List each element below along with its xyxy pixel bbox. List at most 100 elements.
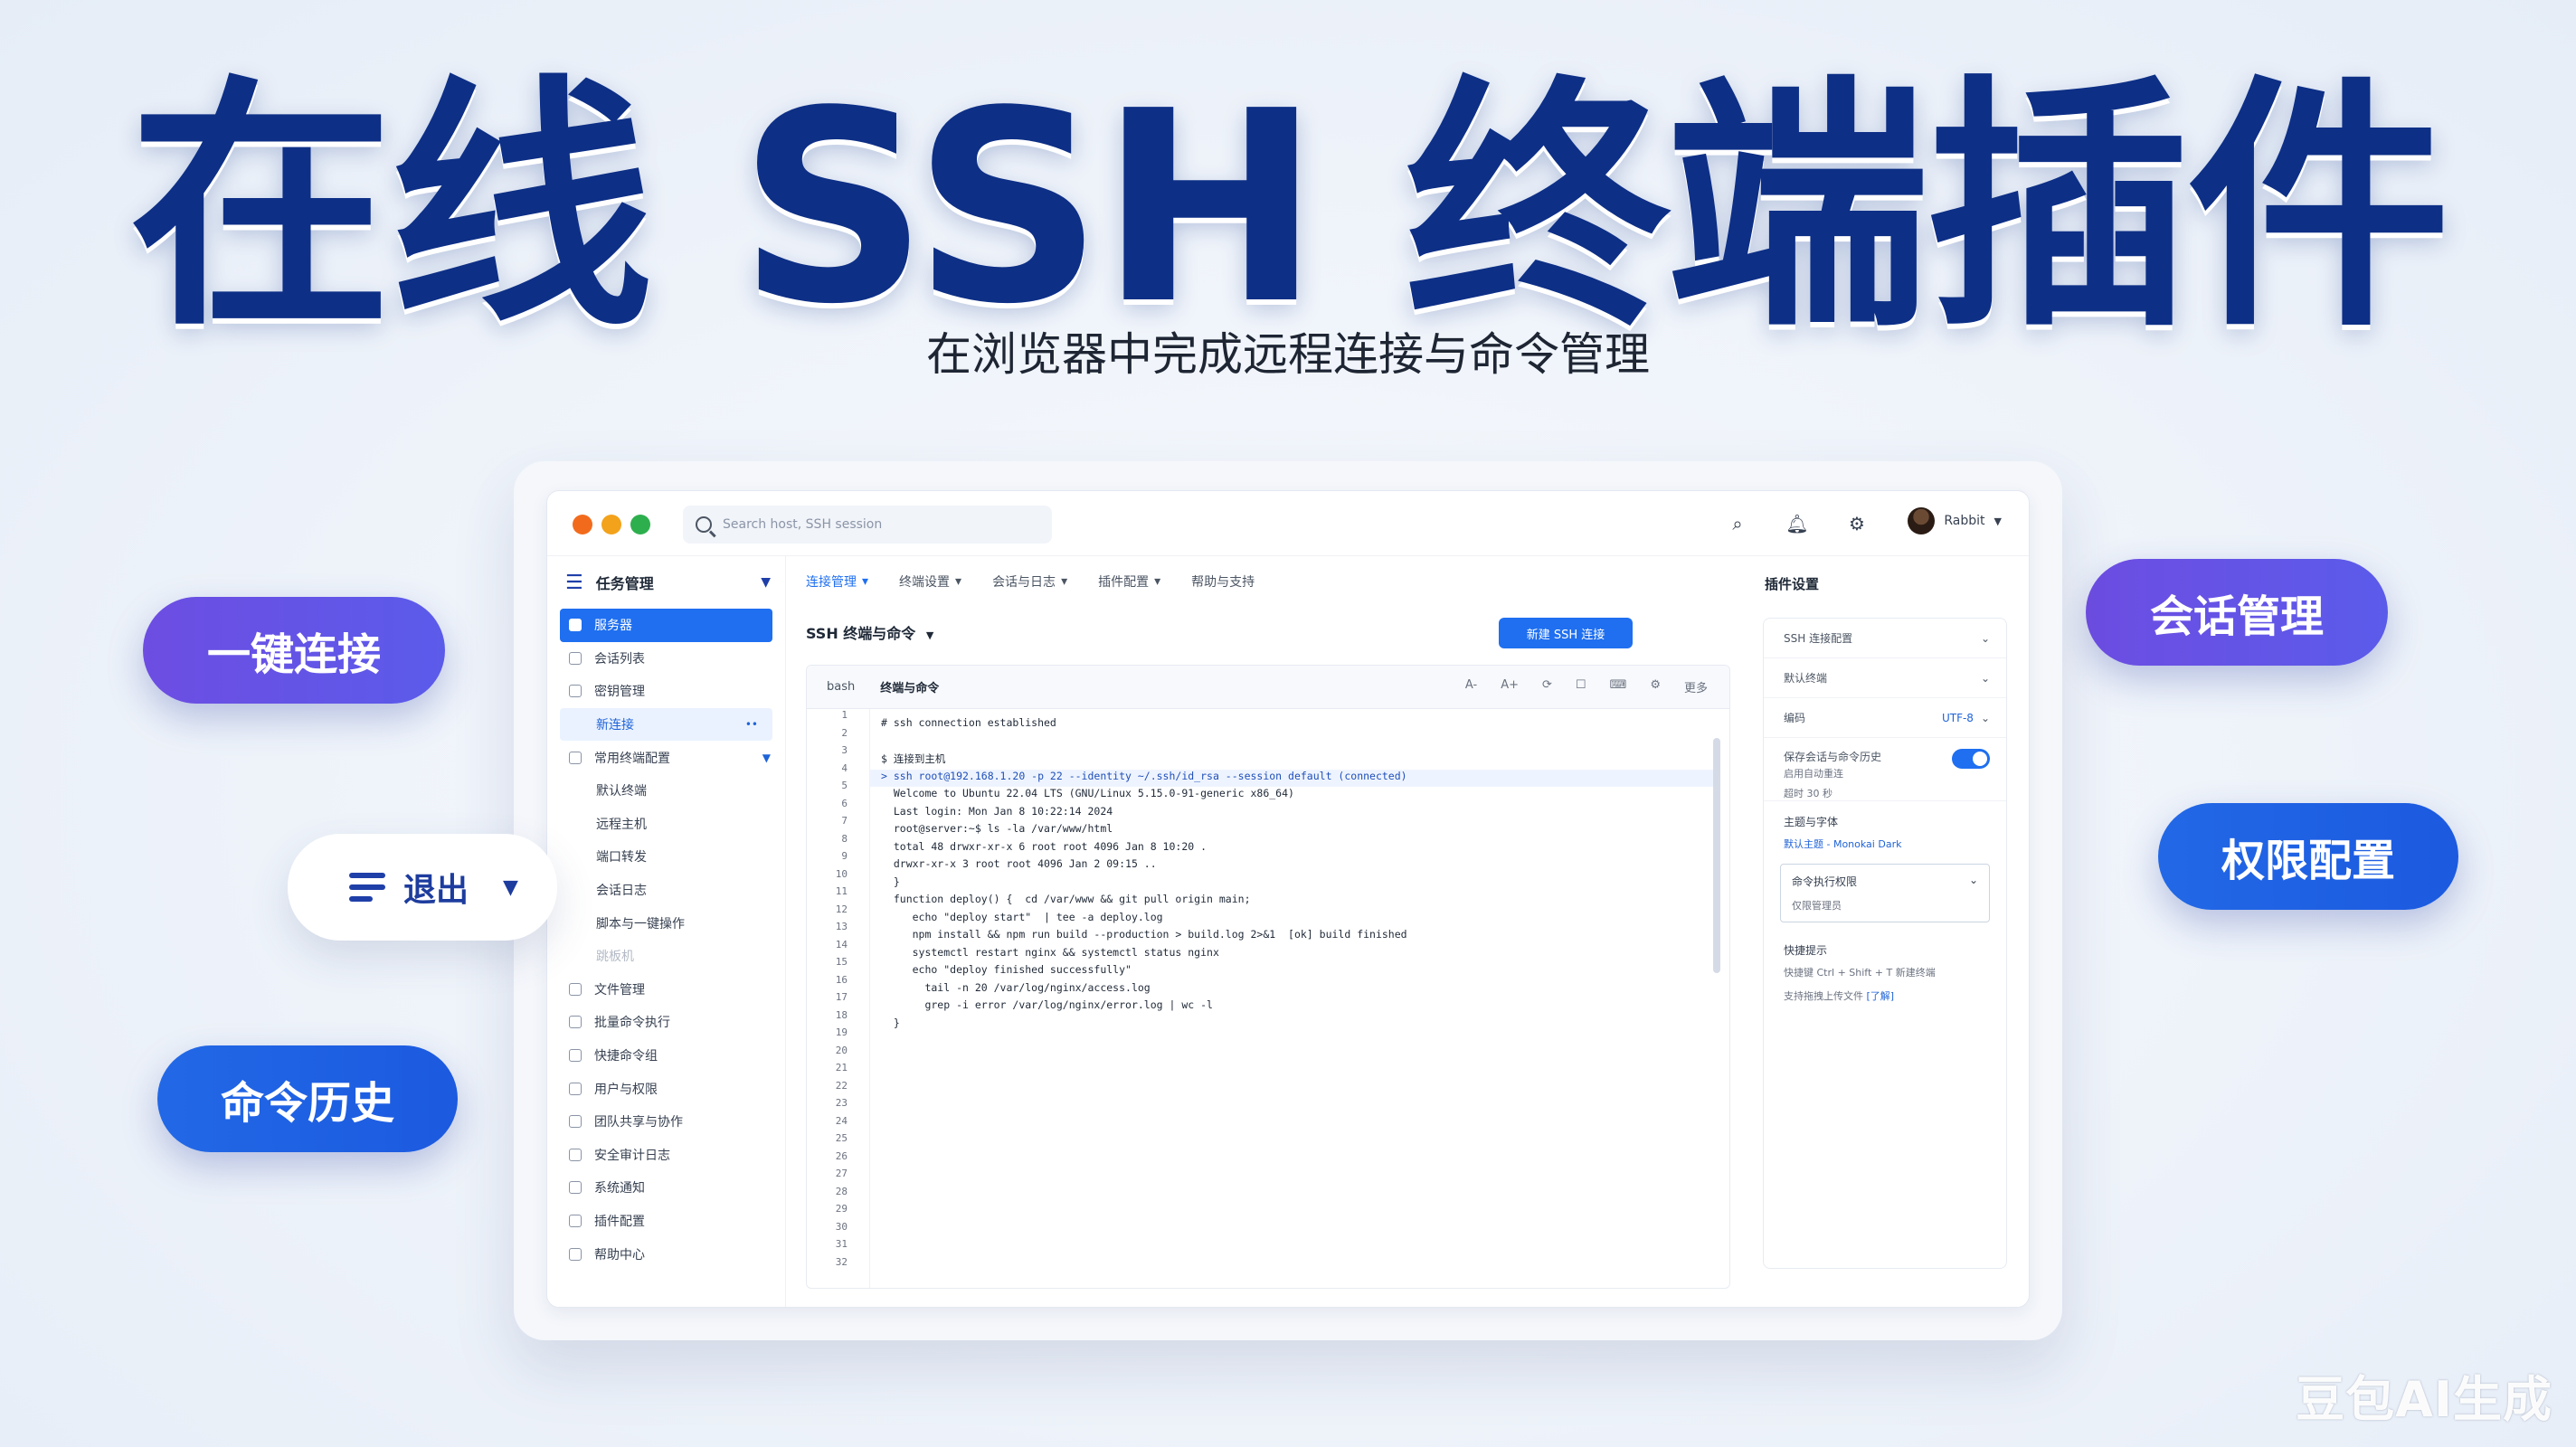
sidebar-item[interactable]: 团队共享与协作 [547, 1105, 785, 1139]
menu-icon: ☰ [565, 571, 583, 594]
top-bar: Search host, SSH session ⌕ 🔔︎ ⚙ Rabbit ▼ [547, 491, 2029, 556]
command-permission-select[interactable]: 命令执行权限 ⌄ 仅限管理员 [1780, 864, 1990, 922]
line-number: 31 [835, 1238, 848, 1250]
encoding-select[interactable]: 编码 UTF-8 ⌄ [1764, 698, 2006, 738]
line-number: 23 [835, 1097, 848, 1109]
editor-tool-button[interactable]: ⚙ [1650, 678, 1661, 695]
sidebar-item[interactable]: 常用终端配置 ▼ [547, 741, 785, 774]
sidebar-item[interactable]: 系统通知 [547, 1171, 785, 1205]
sidebar-item[interactable]: 新连接 •• [560, 707, 772, 742]
sidebar-item-label: 会话列表 [594, 651, 645, 667]
sidebar-item-label: 跳板机 [596, 950, 634, 965]
sidebar-item[interactable]: 默认终端 [547, 774, 785, 808]
window-minimize-dot[interactable] [601, 515, 621, 534]
line-number: 27 [835, 1168, 848, 1179]
sidebar-list: 服务器会话列表密钥管理 新连接 •• 常用终端配置 ▼ 默认终端 远程主机端口转发会话日志脚… [547, 609, 785, 1271]
floating-logout-select[interactable]: 退出 ▼ [288, 834, 557, 941]
window-maximize-dot[interactable] [630, 515, 650, 534]
line-number: 26 [835, 1149, 848, 1162]
chevron-down-icon: ▾ [1154, 574, 1161, 589]
tab[interactable]: 会话与日志 ▾ [992, 572, 1067, 591]
save-history-row: 保存会话与命令历史 启用自动重连 超时 30 秒 [1764, 738, 2006, 801]
terminal-editor[interactable]: bash 终端与命令 A- A+ ⟳ ☐ ⌨ ⚙ 更多 1 2 3 4 5 6 7 8 9 10 11 12 13 1… [806, 665, 1730, 1289]
vertical-scrollbar[interactable] [1713, 738, 1720, 973]
search-icon [696, 516, 712, 533]
new-ssh-connection-button[interactable]: 新建 SSH 连接 [1499, 618, 1633, 648]
sidebar-item[interactable]: 文件管理 [547, 973, 785, 1007]
editor-tool-button[interactable]: A- [1465, 678, 1477, 695]
editor-tool-button[interactable]: ⌨ [1610, 678, 1627, 695]
theme-font-value[interactable]: 默认主题 - Monokai Dark [1764, 833, 2006, 856]
learn-more-link[interactable]: [了解] [1867, 990, 1895, 1002]
line-number: 20 [835, 1044, 848, 1056]
editor-tool-button[interactable]: ☐ [1576, 678, 1586, 695]
line-number: 28 [835, 1185, 848, 1197]
sidebar-item-label: 系统通知 [594, 1181, 645, 1196]
chevron-down-icon: ▼ [925, 629, 934, 641]
tip-upload: 支持拖拽上传文件 [1784, 990, 1863, 1002]
sidebar-item[interactable]: 安全审计日志 [547, 1139, 785, 1172]
timeout-label: 超时 30 秒 [1784, 788, 1833, 799]
terminal-line: } [881, 1016, 900, 1029]
editor-tool-button[interactable]: ⟳ [1542, 678, 1552, 695]
user-menu[interactable]: Rabbit ▼ [1908, 507, 2002, 534]
sidebar-item-label: 脚本与一键操作 [596, 916, 685, 932]
window-close-dot[interactable] [573, 515, 592, 534]
sidebar-item[interactable]: 插件配置 [547, 1205, 785, 1238]
sidebar-item[interactable]: 会话日志 [547, 874, 785, 907]
sidebar-item[interactable]: 端口转发 [547, 840, 785, 874]
editor-tool-button[interactable]: A+ [1501, 678, 1519, 695]
terminal-line: $ 连接到主机 [881, 752, 946, 765]
sidebar-item-label: 端口转发 [596, 850, 647, 865]
search-icon[interactable]: ⌕ [1725, 511, 1750, 536]
sidebar-item-icon [569, 685, 582, 698]
sidebar-item-icon [569, 619, 582, 632]
sidebar-item-label: 文件管理 [594, 982, 645, 998]
user-name: Rabbit [1944, 514, 1985, 528]
tab[interactable]: 插件配置 ▾ [1098, 572, 1160, 591]
terminal-line: # ssh connection established [881, 716, 1056, 729]
chevron-down-icon: ▾ [862, 574, 869, 589]
settings-gear-icon[interactable]: ⚙ [1844, 511, 1870, 536]
sidebar-item[interactable]: 帮助中心 [547, 1237, 785, 1271]
sidebar-item[interactable]: 批量命令执行 [547, 1006, 785, 1039]
ssh-config-select[interactable]: SSH 连接配置 ⌄ [1764, 619, 2006, 658]
terminal-line: Last login: Mon Jan 8 10:22:14 2024 [881, 804, 1113, 818]
sidebar-header[interactable]: ☰ 任务管理 ▼ [547, 556, 785, 609]
sidebar-item[interactable]: 会话列表 [547, 642, 785, 676]
sidebar-item[interactable]: 快捷命令组 [547, 1039, 785, 1073]
chevron-down-icon: ⌄ [1968, 874, 1978, 886]
save-history-toggle[interactable] [1952, 749, 1990, 769]
terminal-line: root@server:~$ ls -la /var/www/html [881, 822, 1113, 835]
tab[interactable]: 连接管理 ▾ [806, 572, 868, 591]
sidebar-item[interactable]: 密钥管理 [547, 675, 785, 708]
terminal-line: function deploy() { cd /var/www && git p… [881, 893, 1251, 905]
sidebar-item[interactable]: 远程主机 [547, 808, 785, 841]
sidebar-item-label: 新连接 [596, 718, 634, 733]
editor-tool-button[interactable]: 更多 [1684, 678, 1708, 695]
notification-bell-icon[interactable]: 🔔︎ [1785, 511, 1810, 536]
tab[interactable]: 终端设置 ▾ [899, 572, 961, 591]
sidebar-item-label: 常用终端配置 [594, 751, 670, 766]
line-number: 16 [835, 973, 848, 986]
editor-shell-label[interactable]: bash [827, 680, 855, 694]
line-number: 25 [835, 1132, 848, 1144]
section-title[interactable]: SSH 终端与命令 ▼ [806, 621, 933, 643]
theme-font-label: 主题与字体 [1784, 816, 1839, 828]
line-number: 19 [835, 1026, 848, 1038]
sidebar-item[interactable]: 脚本与一键操作 [547, 906, 785, 940]
search-bar[interactable]: Search host, SSH session [683, 506, 1052, 544]
sidebar-item[interactable]: 跳板机 [547, 940, 785, 973]
line-number: 22 [835, 1079, 848, 1092]
sidebar-item-icon [569, 1082, 582, 1095]
tab[interactable]: 帮助与支持 [1191, 572, 1255, 591]
sidebar-item[interactable]: 用户与权限 [547, 1072, 785, 1105]
line-number: 3 [841, 744, 848, 756]
sidebar-item-label: 插件配置 [594, 1214, 645, 1229]
default-terminal-select[interactable]: 默认终端 ⌄ [1764, 658, 2006, 698]
line-number: 1 [841, 709, 848, 721]
sidebar-item[interactable]: 服务器 [560, 609, 772, 642]
line-number: 8 [841, 832, 848, 845]
sidebar-item-label: 帮助中心 [594, 1247, 645, 1263]
tab-bar: 连接管理 ▾ 终端设置 ▾ 会话与日志 ▾ 插件配置 ▾ 帮助与支持 [786, 556, 1745, 607]
